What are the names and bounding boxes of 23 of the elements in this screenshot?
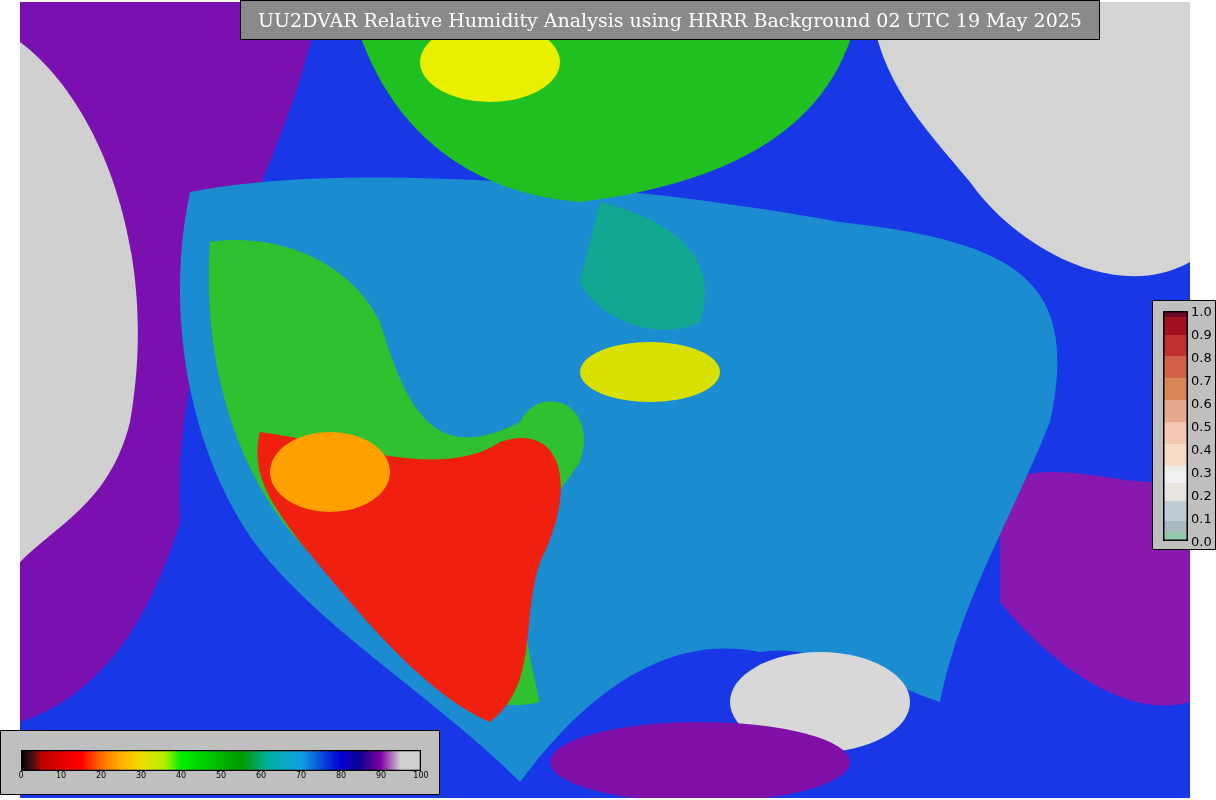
tick-label: 0.6 — [1191, 396, 1212, 410]
tick-label: 0.1 — [1191, 511, 1212, 525]
tick-label: 80 — [335, 772, 347, 780]
tick-label: 20 — [95, 772, 107, 780]
tick-label: 70 — [295, 772, 307, 780]
map-title: UU2DVAR Relative Humidity Analysis using HRRR Background 02 UTC 19 May 2025 — [240, 0, 1100, 40]
tick-label: 0.3 — [1191, 465, 1212, 479]
tick-label: 0.9 — [1191, 327, 1212, 341]
tick-label: 30 — [135, 772, 147, 780]
tick-label: 1.0 — [1191, 304, 1212, 318]
tick-label: 40 — [175, 772, 187, 780]
tick-label: 90 — [375, 772, 387, 780]
tick-label: 0 — [18, 772, 24, 780]
tick-label: 100 — [413, 772, 429, 780]
tick-label: 0.8 — [1191, 350, 1212, 364]
tick-label: 0.7 — [1191, 373, 1212, 387]
tick-label: 0.4 — [1191, 442, 1212, 456]
tick-label: 10 — [55, 772, 67, 780]
tick-label: 0.0 — [1191, 534, 1212, 548]
tick-label: 0.5 — [1191, 419, 1212, 433]
tick-label: 0.2 — [1191, 488, 1212, 502]
tick-label: 50 — [215, 772, 227, 780]
tick-label: 60 — [255, 772, 267, 780]
